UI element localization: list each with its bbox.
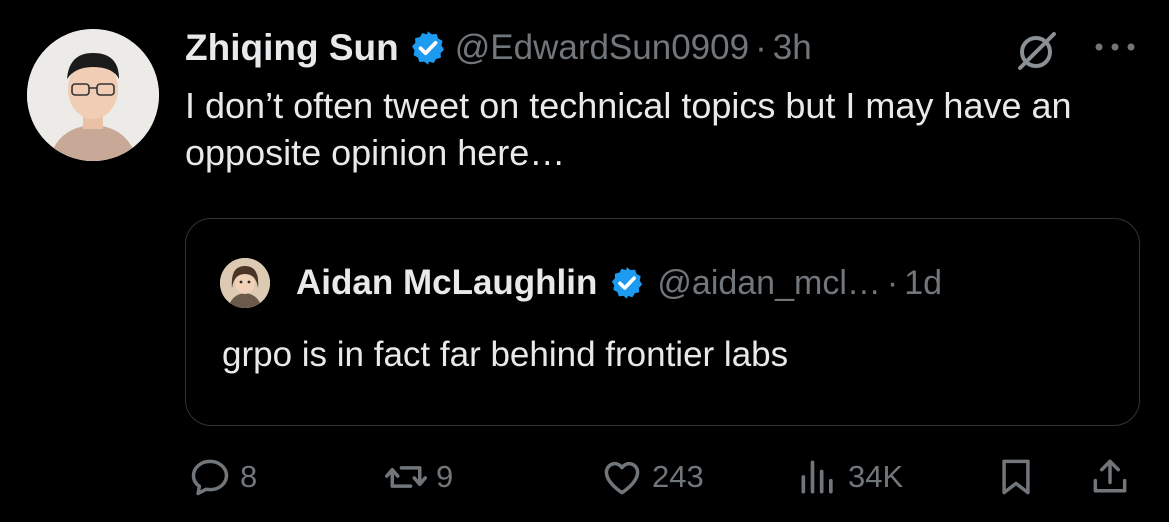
quoted-author-handle[interactable]: @aidan_mcl… bbox=[657, 264, 881, 303]
repost-count: 9 bbox=[436, 459, 454, 494]
share-icon bbox=[1093, 459, 1127, 493]
quoted-tweet[interactable]: Aidan McLaughlin @aidan_mcl… · 1d grpo i… bbox=[185, 218, 1140, 426]
repost-icon bbox=[385, 466, 427, 488]
like-icon bbox=[604, 461, 640, 495]
like-count: 243 bbox=[652, 459, 704, 494]
tweet-time[interactable]: 3h bbox=[773, 28, 812, 68]
views-count: 34K bbox=[848, 459, 904, 494]
bookmark-button[interactable] bbox=[994, 454, 1038, 500]
author-avatar[interactable] bbox=[27, 29, 159, 161]
reply-button[interactable]: 8 bbox=[188, 454, 257, 500]
reply-count: 8 bbox=[240, 459, 258, 494]
like-button[interactable]: 243 bbox=[600, 454, 704, 500]
more-icon[interactable] bbox=[1092, 40, 1138, 54]
quoted-author-name[interactable]: Aidan McLaughlin bbox=[296, 263, 597, 303]
tweet-text: I don’t often tweet on technical topics … bbox=[185, 85, 1072, 173]
separator-dot: · bbox=[755, 28, 767, 67]
bookmark-icon bbox=[1002, 459, 1030, 495]
quoted-tweet-text: grpo is in fact far behind frontier labs bbox=[222, 335, 789, 374]
views-icon bbox=[801, 460, 833, 494]
tweet-header: Zhiqing Sun @EdwardSun0909 · 3h bbox=[185, 22, 812, 74]
verified-badge-icon bbox=[612, 267, 643, 299]
quoted-author-avatar[interactable] bbox=[220, 258, 270, 308]
quoted-tweet-time[interactable]: 1d bbox=[904, 264, 942, 303]
grok-icon[interactable] bbox=[1014, 28, 1060, 74]
reply-icon bbox=[191, 459, 229, 496]
author-handle[interactable]: @EdwardSun0909 bbox=[455, 28, 749, 68]
repost-button[interactable]: 9 bbox=[384, 454, 453, 500]
separator-dot: · bbox=[886, 263, 899, 302]
author-name[interactable]: Zhiqing Sun bbox=[185, 27, 399, 69]
views-button[interactable]: 34K bbox=[796, 454, 903, 500]
quoted-tweet-header: Aidan McLaughlin @aidan_mcl… · 1d bbox=[296, 257, 942, 309]
share-button[interactable] bbox=[1088, 454, 1132, 500]
verified-badge-icon bbox=[411, 31, 444, 65]
